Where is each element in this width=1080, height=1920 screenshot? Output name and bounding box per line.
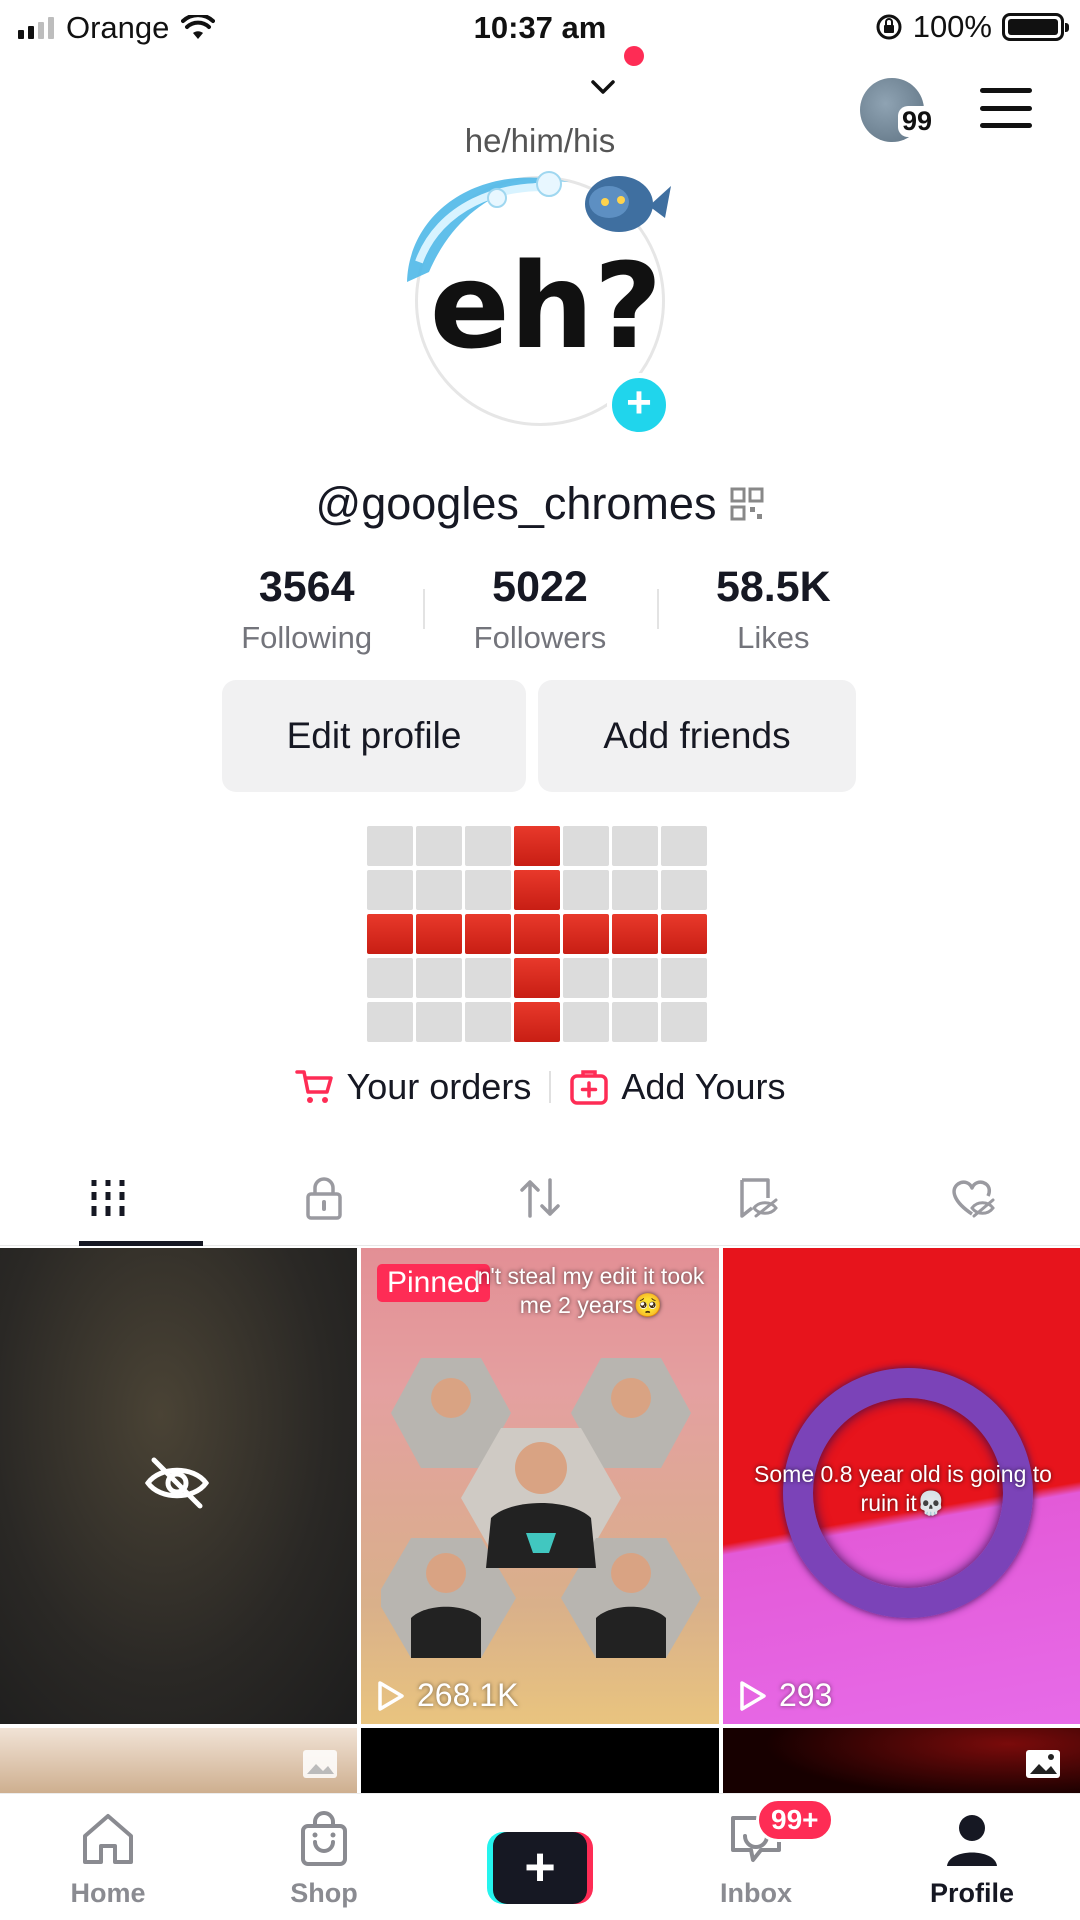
add-yours-icon: [570, 1070, 609, 1105]
flag-cell: [612, 1002, 658, 1042]
username: @googles_chromes: [315, 478, 717, 529]
battery-percent: 100%: [912, 9, 992, 44]
flag-cell: [563, 826, 609, 866]
video-tile-hidden[interactable]: [0, 1248, 357, 1724]
your-orders-link[interactable]: Your orders: [277, 1066, 550, 1108]
nav-inbox[interactable]: Inbox 99+: [648, 1794, 864, 1920]
flag-cell-red: [465, 914, 511, 954]
flag-cell: [416, 1002, 462, 1042]
flag-cell: [367, 870, 413, 910]
flag-cell: [416, 958, 462, 998]
battery-icon: [1002, 13, 1069, 41]
tab-private[interactable]: [216, 1150, 432, 1246]
video-caption: n't steal my edit it took me 2 years🥺: [477, 1263, 705, 1318]
qr-code-icon[interactable]: [730, 487, 764, 521]
repost-icon: [520, 1178, 560, 1218]
flag-cell: [367, 826, 413, 866]
notification-dot: [624, 46, 644, 66]
edit-profile-button[interactable]: Edit profile: [222, 680, 526, 792]
flag-cell: [563, 1002, 609, 1042]
flag-cell: [612, 870, 658, 910]
flag-cell-red: [367, 914, 413, 954]
profile-stats: 3564 Following 5022 Followers 58.5K Like…: [190, 563, 890, 656]
create-button[interactable]: +: [487, 1832, 593, 1904]
bottom-nav: Home Shop + Inbox 99+ Profile: [0, 1793, 1080, 1920]
bio-flag: [367, 826, 711, 1050]
video-tile[interactable]: [361, 1728, 719, 1793]
video-caption: Some 0.8 year old is going to ruin it💀: [754, 1461, 1052, 1516]
add-friends-button[interactable]: Add friends: [538, 680, 856, 792]
grid-icon: [91, 1180, 125, 1216]
play-icon: [378, 1680, 404, 1711]
heart-hidden-icon: [952, 1180, 995, 1218]
photo-tile[interactable]: [723, 1728, 1080, 1793]
flag-cell-red: [661, 914, 707, 954]
lock-icon: [306, 1177, 342, 1220]
flag-cell: [661, 870, 707, 910]
video-grid: Pinned n't steal my edit it took me 2 ye…: [0, 1248, 1080, 1793]
nav-shop[interactable]: Shop: [216, 1794, 432, 1920]
nav-home[interactable]: Home: [0, 1794, 216, 1920]
flag-cell: [465, 958, 511, 998]
nav-create[interactable]: +: [432, 1794, 648, 1920]
play-icon: [740, 1680, 766, 1711]
flag-cell: [416, 826, 462, 866]
flag-cell: [367, 1002, 413, 1042]
stat-following[interactable]: 3564 Following: [190, 563, 423, 656]
flag-cell-red: [514, 1002, 560, 1042]
eye-off-icon: [144, 1457, 210, 1509]
add-yours-link[interactable]: Add Yours: [551, 1066, 803, 1108]
view-count: 268.1K: [377, 1677, 518, 1714]
photo-icon: [1026, 1750, 1060, 1778]
flag-cell: [661, 1002, 707, 1042]
profile-icon: [947, 1815, 997, 1866]
status-bar: Orange 10:37 am 100%: [0, 0, 1080, 56]
tab-liked[interactable]: [864, 1150, 1080, 1246]
stat-followers[interactable]: 5022 Followers: [423, 563, 656, 656]
flag-cell-red: [514, 826, 560, 866]
video-tile-pinned[interactable]: Pinned n't steal my edit it took me 2 ye…: [361, 1248, 719, 1724]
flag-cell: [465, 1002, 511, 1042]
flag-cell-red: [514, 958, 560, 998]
flag-cell: [563, 958, 609, 998]
photo-tile[interactable]: [0, 1728, 357, 1793]
plus-icon: +: [493, 1832, 587, 1904]
photo-icon: [303, 1750, 337, 1778]
video-tile[interactable]: Some 0.8 year old is going to ruin it💀 2…: [723, 1248, 1080, 1724]
pronouns: he/him/his: [464, 122, 616, 159]
bookmark-hidden-icon: [740, 1178, 778, 1218]
flag-cell-red: [514, 870, 560, 910]
video-thumbnail-art: [381, 1358, 701, 1658]
add-avatar-button[interactable]: +: [607, 373, 671, 437]
tab-favorites[interactable]: [648, 1150, 864, 1246]
flag-cell: [465, 870, 511, 910]
flag-cell: [563, 870, 609, 910]
flag-cell-red: [563, 914, 609, 954]
home-icon: [83, 1814, 133, 1864]
flag-cell: [612, 958, 658, 998]
flag-cell: [661, 958, 707, 998]
stat-likes[interactable]: 58.5K Likes: [656, 563, 890, 656]
flag-cell-red: [514, 914, 560, 954]
profile-tabs: [0, 1150, 1080, 1246]
flag-cell: [416, 870, 462, 910]
flag-cell: [367, 958, 413, 998]
cart-icon: [294, 1070, 333, 1103]
flag-cell: [465, 826, 511, 866]
inbox-badge: 99+: [756, 1798, 834, 1842]
flag-cell-red: [416, 914, 462, 954]
tab-reposts[interactable]: [432, 1150, 648, 1246]
nav-profile[interactable]: Profile: [864, 1794, 1080, 1920]
orientation-lock-icon: [876, 14, 902, 40]
wave-decoration: [407, 171, 671, 282]
flag-cell: [661, 826, 707, 866]
shop-bag-icon: [301, 1811, 347, 1866]
flag-cell: [612, 826, 658, 866]
chevron-down-icon[interactable]: [588, 72, 618, 102]
flag-cell-red: [612, 914, 658, 954]
tab-videos[interactable]: [0, 1150, 216, 1246]
view-count: 293: [739, 1677, 832, 1714]
